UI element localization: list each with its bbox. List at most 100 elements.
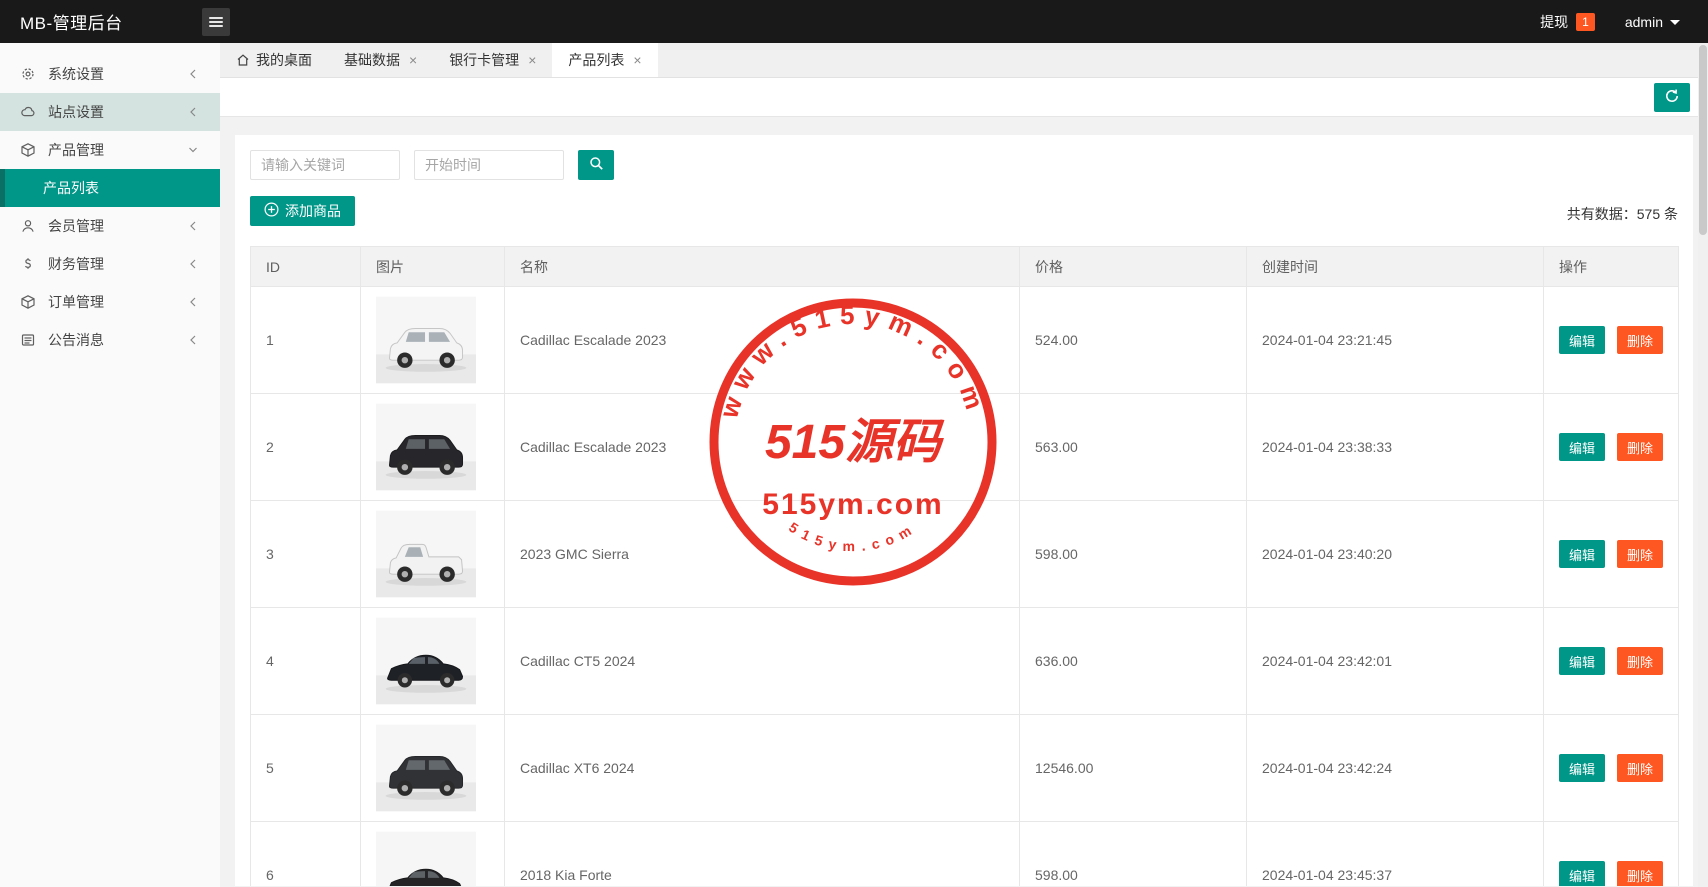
product-created-time: 2024-01-04 23:21:45 <box>1247 287 1544 394</box>
product-actions: 编辑删除 <box>1544 822 1679 887</box>
delete-button[interactable]: 删除 <box>1617 433 1663 461</box>
refresh-icon <box>1664 88 1680 107</box>
sidebar-item-1[interactable]: 系统设置 <box>0 55 220 93</box>
sidebar-item-label: 站点设置 <box>48 102 104 122</box>
sidebar-subitem-label: 产品列表 <box>43 178 99 198</box>
sidebar-item-label: 订单管理 <box>48 292 104 312</box>
sidebar-item-2[interactable]: 站点设置 <box>0 93 220 131</box>
tab-label: 基础数据 <box>344 50 400 70</box>
sidebar-item-5[interactable]: 财务管理 <box>0 245 220 283</box>
product-created-time: 2024-01-04 23:42:01 <box>1247 608 1544 715</box>
product-image <box>361 287 505 394</box>
tab-label: 我的桌面 <box>256 50 312 70</box>
sidebar-item-4[interactable]: 会员管理 <box>0 207 220 245</box>
tab-3[interactable]: 银行卡管理 × <box>433 43 552 77</box>
chevron-left-icon <box>188 68 198 80</box>
column-header: ID <box>251 247 361 287</box>
cloud-icon <box>20 104 36 120</box>
tab-4[interactable]: 产品列表 × <box>552 43 657 77</box>
column-header: 价格 <box>1020 247 1247 287</box>
product-created-time: 2024-01-04 23:38:33 <box>1247 394 1544 501</box>
product-name: Cadillac Escalade 2023 <box>505 394 1020 501</box>
edit-button[interactable]: 编辑 <box>1559 433 1605 461</box>
tab-1[interactable]: 我的桌面 <box>220 43 328 77</box>
product-image <box>361 608 505 715</box>
table-row: 5Cadillac XT6 202412546.002024-01-04 23:… <box>251 715 1679 822</box>
product-table: ID图片名称价格创建时间操作 1Cadillac Escalade 202352… <box>250 246 1679 886</box>
tab-label: 产品列表 <box>568 50 624 70</box>
product-id: 6 <box>251 822 361 887</box>
product-actions: 编辑删除 <box>1544 501 1679 608</box>
edit-button[interactable]: 编辑 <box>1559 540 1605 568</box>
user-menu[interactable]: admin <box>1625 14 1680 30</box>
product-price: 598.00 <box>1020 501 1247 608</box>
admin-app: MB-管理后台 提现 1 admin 系统设置站点设置产品管理产品列表会员管理财… <box>0 0 1708 887</box>
tab-bar: 我的桌面 基础数据 × 银行卡管理 × 产品列表 × <box>220 43 1708 78</box>
tab-label: 银行卡管理 <box>449 50 519 70</box>
tab-close-icon[interactable]: × <box>633 53 641 67</box>
product-actions: 编辑删除 <box>1544 608 1679 715</box>
delete-button[interactable]: 删除 <box>1617 861 1663 886</box>
add-product-label: 添加商品 <box>285 201 341 221</box>
home-icon <box>236 53 250 67</box>
keyword-input[interactable] <box>250 150 400 180</box>
start-time-input[interactable] <box>414 150 564 180</box>
sidebar-subitem-产品列表[interactable]: 产品列表 <box>0 169 220 207</box>
product-created-time: 2024-01-04 23:42:24 <box>1247 715 1544 822</box>
sidebar-item-6[interactable]: 订单管理 <box>0 283 220 321</box>
table-row: 32023 GMC Sierra598.002024-01-04 23:40:2… <box>251 501 1679 608</box>
dollar-icon <box>20 256 36 272</box>
scrollbar[interactable] <box>1698 43 1708 887</box>
tab-close-icon[interactable]: × <box>528 53 536 67</box>
cube-icon <box>20 142 36 158</box>
edit-button[interactable]: 编辑 <box>1559 647 1605 675</box>
table-row: 62018 Kia Forte598.002024-01-04 23:45:37… <box>251 822 1679 887</box>
sidebar-item-label: 公告消息 <box>48 330 104 350</box>
cube-icon <box>20 294 36 310</box>
column-header: 名称 <box>505 247 1020 287</box>
actions-row: 添加商品 共有数据：575 条 <box>250 196 1678 226</box>
content-area: 添加商品 共有数据：575 条 ID图片名称价格创建时间操作 1Cadillac… <box>220 117 1708 886</box>
product-name: Cadillac XT6 2024 <box>505 715 1020 822</box>
sidebar-item-3[interactable]: 产品管理 <box>0 131 220 169</box>
refresh-button[interactable] <box>1654 83 1690 112</box>
product-name: 2018 Kia Forte <box>505 822 1020 887</box>
edit-button[interactable]: 编辑 <box>1559 326 1605 354</box>
withdraw-badge: 1 <box>1576 13 1595 31</box>
tab-2[interactable]: 基础数据 × <box>328 43 433 77</box>
scrollbar-thumb[interactable] <box>1699 45 1707 235</box>
plus-circle-icon <box>264 202 279 220</box>
main-area: 我的桌面 基础数据 × 银行卡管理 × 产品列表 × <box>220 43 1708 887</box>
product-price: 563.00 <box>1020 394 1247 501</box>
edit-button[interactable]: 编辑 <box>1559 754 1605 782</box>
sidebar-item-7[interactable]: 公告消息 <box>0 321 220 359</box>
table-row: 2Cadillac Escalade 2023563.002024-01-04 … <box>251 394 1679 501</box>
list-icon <box>20 332 36 348</box>
chevron-left-icon <box>188 334 198 346</box>
column-header: 图片 <box>361 247 505 287</box>
product-id: 4 <box>251 608 361 715</box>
delete-button[interactable]: 删除 <box>1617 540 1663 568</box>
column-header: 创建时间 <box>1247 247 1544 287</box>
delete-button[interactable]: 删除 <box>1617 647 1663 675</box>
add-product-button[interactable]: 添加商品 <box>250 196 355 226</box>
delete-button[interactable]: 删除 <box>1617 326 1663 354</box>
chevron-down-icon <box>188 144 198 156</box>
product-created-time: 2024-01-04 23:40:20 <box>1247 501 1544 608</box>
gear-icon <box>20 66 36 82</box>
chevron-left-icon <box>188 220 198 232</box>
chevron-left-icon <box>188 258 198 270</box>
withdraw-menu[interactable]: 提现 1 <box>1540 12 1595 32</box>
edit-button[interactable]: 编辑 <box>1559 861 1605 886</box>
delete-button[interactable]: 删除 <box>1617 754 1663 782</box>
sidebar-item-label: 会员管理 <box>48 216 104 236</box>
toolbar <box>220 78 1708 117</box>
product-actions: 编辑删除 <box>1544 287 1679 394</box>
search-button[interactable] <box>578 150 614 180</box>
chevron-left-icon <box>188 106 198 118</box>
table-row: 1Cadillac Escalade 2023524.002024-01-04 … <box>251 287 1679 394</box>
product-actions: 编辑删除 <box>1544 394 1679 501</box>
menu-toggle-button[interactable] <box>202 8 230 36</box>
tab-close-icon[interactable]: × <box>409 53 417 67</box>
total-count: 共有数据：575 条 <box>1567 204 1678 226</box>
